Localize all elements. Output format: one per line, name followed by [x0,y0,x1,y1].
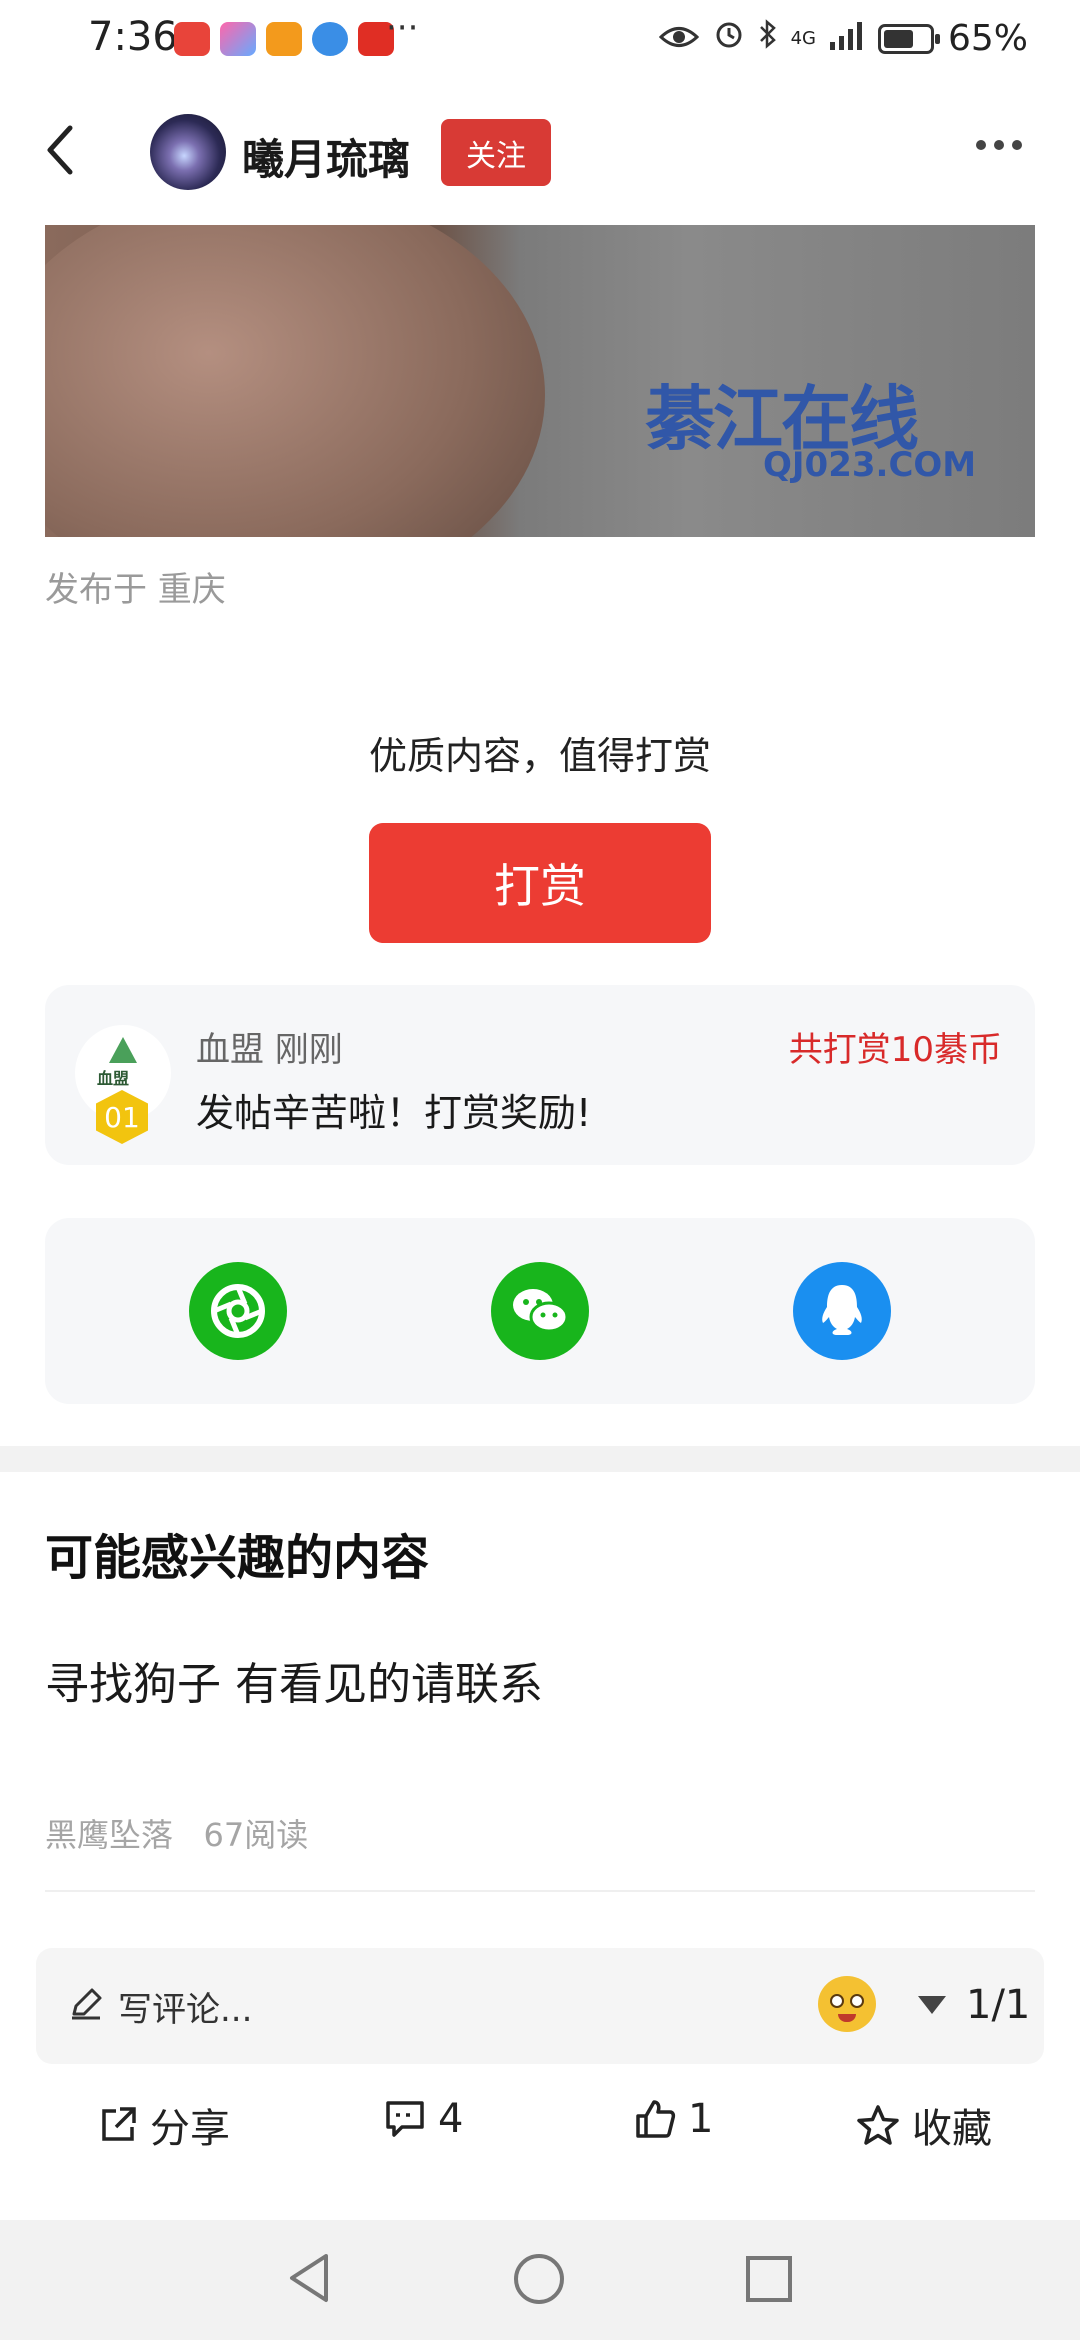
section-divider [0,1446,1080,1472]
alarm-icon [713,18,745,59]
recommend-item-title[interactable]: 寻找狗子 有看见的请联系 [45,1648,543,1712]
tip-message: 发帖辛苦啦！打赏奖励! [196,1091,592,1135]
tip-total[interactable]: 共打赏10綦币 [789,1022,1002,1071]
star-icon [857,2105,899,2145]
like-button[interactable]: 1 [634,2096,713,2142]
recommend-title: 可能感兴趣的内容 [45,1530,430,1586]
tipper-logo-text: 血盟 [97,1069,130,1088]
comments-button[interactable]: 4 [384,2096,463,2142]
publish-location: 发布于 重庆 [45,570,226,610]
tip-prompt: 优质内容，值得打赏 [368,734,711,778]
recommend-item-meta: 黑鹰坠落 67阅读 [45,1816,309,1854]
pencil-icon [66,1984,106,2024]
tipper-name-time: 血盟 刚刚 [196,1030,343,1070]
emoji-icon[interactable] [818,1976,876,2032]
favorite-button[interactable]: 收藏 [856,2096,992,2154]
watermark-url: QJ023.COM [763,445,977,485]
signal-icon [829,18,864,59]
browser-icon [312,22,348,56]
tip-button[interactable]: 打赏 [369,823,711,943]
notification-icons [174,22,394,56]
likes-count: 1 [688,2096,714,2142]
more-options-icon[interactable] [976,140,1022,150]
qq-share-button[interactable] [793,1262,891,1360]
author-name[interactable]: 曦月琉璃 [242,126,410,187]
follow-button[interactable]: 关注 [441,119,551,186]
share-icon [102,2107,136,2141]
favorite-label: 收藏 [912,2106,992,2152]
moments-share-button[interactable] [189,1262,287,1360]
battery-icon [877,23,940,54]
status-right: 4G 65% [658,18,1028,59]
post-image[interactable]: 綦江在线 QJ023.COM [45,225,1035,537]
page-dropdown-icon[interactable] [918,1996,946,2014]
share-button[interactable]: 分享 [98,2096,230,2154]
moments-icon [211,1284,265,1338]
status-bar: 7:36 ··· 4G 65% [0,0,1080,84]
item-divider [45,1890,1035,1892]
page-indicator[interactable]: 1/1 [966,1982,1030,2028]
back-button[interactable] [38,120,86,180]
nav-recents-icon[interactable] [746,2256,792,2302]
comments-count: 4 [438,2096,464,2142]
bluetooth-icon [759,18,777,59]
status-time: 7:36 [88,14,178,60]
wechat-share-button[interactable] [491,1262,589,1360]
video-app-icon [266,22,302,56]
comment-icon [386,2101,424,2137]
nav-home-icon[interactable] [514,2254,564,2304]
thumbs-up-icon [636,2100,676,2138]
comment-placeholder[interactable]: 写评论... [118,1982,252,2031]
share-label: 分享 [150,2106,230,2152]
nav-back-icon[interactable] [286,2252,332,2308]
eye-icon [658,18,699,59]
app-icon [220,22,256,56]
battery-percent: 65% [947,18,1028,59]
tree-logo-icon [109,1037,137,1063]
author-avatar[interactable] [150,114,226,190]
tip-record-card [45,985,1035,1165]
wechat-icon [513,1289,569,1333]
huawei-store-icon [174,22,210,56]
qq-icon [822,1285,862,1335]
network-label: 4G [790,28,816,49]
more-notifications-icon: ··· [386,8,419,48]
